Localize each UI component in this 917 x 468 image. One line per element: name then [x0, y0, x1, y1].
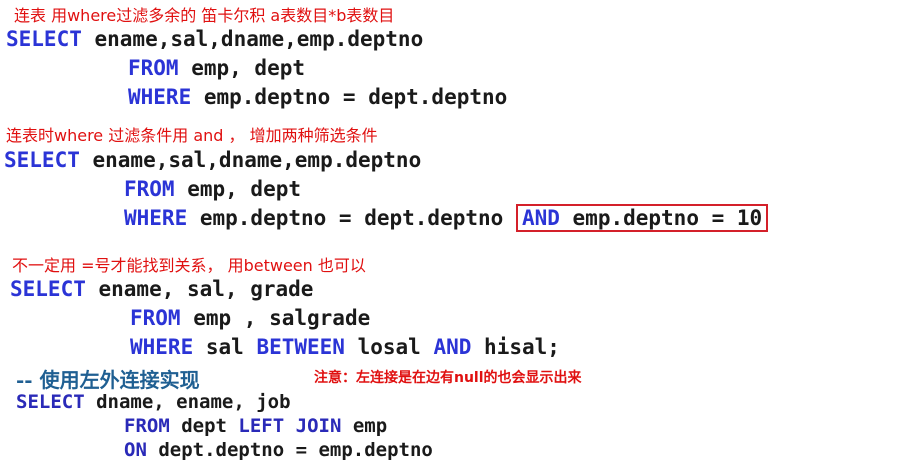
- on-condition: dept.deptno = emp.deptno: [146, 439, 433, 461]
- join-keyword: JOIN: [295, 415, 342, 437]
- from-tables: emp, dept: [178, 56, 306, 80]
- select-line: SELECT ename, sal, grade: [10, 277, 313, 301]
- select-keyword: SELECT: [10, 277, 86, 301]
- from-keyword: FROM: [128, 56, 179, 80]
- select-keyword: SELECT: [4, 148, 80, 172]
- left-join-comment: -- 使用左外连接实现: [16, 368, 200, 392]
- between-keyword: BETWEEN: [256, 335, 345, 359]
- and-condition: emp.deptno = 10: [559, 206, 763, 230]
- from-tables: emp, dept: [174, 177, 302, 201]
- from-line: FROM dept LEFT JOIN emp: [124, 415, 387, 437]
- where-keyword: WHERE: [124, 206, 188, 230]
- note-between: 不一定用 =号才能找到关系， 用between 也可以: [12, 256, 366, 275]
- where-line: WHERE emp.deptno = dept.deptno AND emp.d…: [124, 204, 769, 232]
- from-tables: emp , salgrade: [180, 306, 371, 330]
- sql-example-3: 不一定用 =号才能找到关系， 用between 也可以 SELECT ename…: [0, 250, 917, 359]
- select-line: SELECT ename,sal,dname,emp.deptno: [4, 148, 421, 172]
- note-and-filter: 连表时where 过滤条件用 and ， 增加两种筛选条件: [6, 126, 378, 145]
- select-columns: ename, sal, grade: [85, 277, 314, 301]
- from-line: FROM emp, dept: [124, 177, 301, 201]
- select-line: SELECT dname, ename, job: [16, 391, 291, 413]
- select-columns: dname, ename, job: [84, 391, 291, 413]
- where-part-c: hisal;: [471, 335, 560, 359]
- note-left-join-null: 注意：左连接是在边有null的也会显示出来: [314, 370, 582, 386]
- from-table-a: dept: [169, 415, 239, 437]
- from-table-b: emp: [341, 415, 388, 437]
- where-condition: emp.deptno = dept.deptno: [187, 206, 516, 230]
- select-columns: ename,sal,dname,emp.deptno: [79, 148, 422, 172]
- from-keyword: FROM: [124, 177, 175, 201]
- where-keyword: WHERE: [130, 335, 194, 359]
- on-line: ON dept.deptno = emp.deptno: [124, 439, 433, 461]
- where-line: WHERE emp.deptno = dept.deptno: [128, 85, 507, 109]
- where-part-a: sal: [193, 335, 257, 359]
- from-keyword: FROM: [130, 306, 181, 330]
- where-part-b: losal: [344, 335, 434, 359]
- select-columns: ename,sal,dname,emp.deptno: [81, 27, 424, 51]
- sql-example-1: 连表 用where过滤多余的 笛卡尔积 a表数目*b表数目 SELECT ena…: [0, 0, 917, 118]
- and-keyword: AND: [521, 206, 560, 230]
- select-keyword: SELECT: [16, 391, 85, 413]
- select-line: SELECT ename,sal,dname,emp.deptno: [6, 27, 423, 51]
- highlighted-and-condition: AND emp.deptno = 10: [515, 204, 769, 232]
- from-line: FROM emp , salgrade: [130, 306, 370, 330]
- on-keyword: ON: [124, 439, 147, 461]
- select-keyword: SELECT: [6, 27, 82, 51]
- where-keyword: WHERE: [128, 85, 192, 109]
- note-cartesian: 连表 用where过滤多余的 笛卡尔积 a表数目*b表数目: [14, 6, 395, 25]
- left-keyword: LEFT: [238, 415, 285, 437]
- from-keyword: FROM: [124, 415, 170, 437]
- sql-example-2: 连表时where 过滤条件用 and ， 增加两种筛选条件 SELECT ena…: [0, 118, 917, 246]
- and-keyword: AND: [433, 335, 472, 359]
- where-line: WHERE sal BETWEEN losal AND hisal;: [130, 335, 560, 359]
- from-line: FROM emp, dept: [128, 56, 305, 80]
- where-condition: emp.deptno = dept.deptno: [191, 85, 508, 109]
- sql-example-4: -- 使用左外连接实现 注意：左连接是在边有null的也会显示出来 SELECT…: [0, 358, 917, 468]
